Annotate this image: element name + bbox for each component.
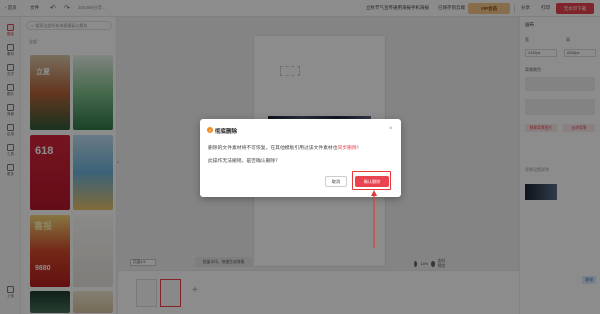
- cancel-button[interactable]: 取消: [325, 176, 347, 187]
- dialog-message: 删除的文件素材将不可恢复，在其他模板引用过该文件素材也同步删除！: [208, 146, 362, 151]
- warning-icon: !: [207, 127, 213, 133]
- highlight-box: [352, 171, 391, 190]
- dialog-confirm-text: 此操作无法撤销，是否确认删除？: [208, 159, 280, 164]
- annotation-arrow: [371, 190, 377, 248]
- close-icon[interactable]: ×: [389, 126, 393, 132]
- dialog-title: 彻底删除: [215, 129, 238, 135]
